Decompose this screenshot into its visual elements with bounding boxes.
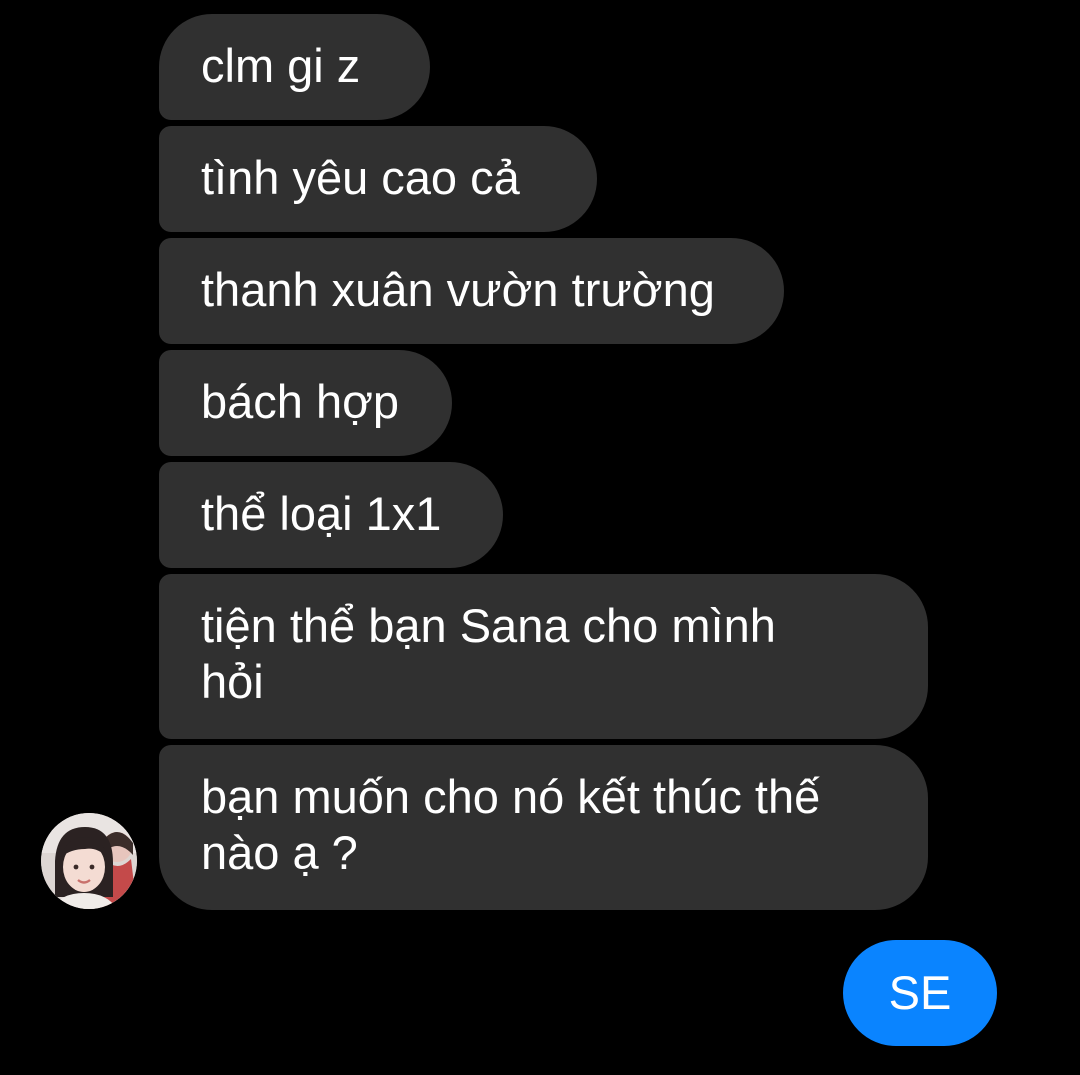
incoming-message-bubble[interactable]: bạn muốn cho nó kết thúc thế nào ạ ?: [159, 745, 928, 910]
message-text: bách hợp: [201, 375, 400, 428]
message-text: tình yêu cao cả: [201, 151, 520, 204]
message-text: tiện thể bạn Sana cho mình hỏi: [201, 599, 776, 708]
outgoing-message-bubble[interactable]: SE: [843, 940, 997, 1046]
incoming-message-bubble[interactable]: clm gi z: [159, 14, 430, 120]
message-text: bạn muốn cho nó kết thúc thế nào ạ ?: [201, 770, 821, 879]
message-text: SE: [888, 966, 952, 1019]
incoming-message-bubble[interactable]: tình yêu cao cả: [159, 126, 597, 232]
message-text: clm gi z: [201, 39, 361, 92]
incoming-message-bubble[interactable]: bách hợp: [159, 350, 452, 456]
incoming-message-bubble[interactable]: tiện thể bạn Sana cho mình hỏi: [159, 574, 928, 739]
profile-photo-avatar-icon: [41, 813, 137, 909]
sender-avatar[interactable]: [41, 813, 137, 909]
message-text: thể loại 1x1: [201, 487, 442, 540]
incoming-message-bubble[interactable]: thanh xuân vườn trường: [159, 238, 784, 344]
incoming-message-bubble[interactable]: thể loại 1x1: [159, 462, 503, 568]
message-thread: clm gi z tình yêu cao cả thanh xuân vườn…: [0, 0, 1080, 1075]
message-text: thanh xuân vườn trường: [201, 263, 715, 316]
